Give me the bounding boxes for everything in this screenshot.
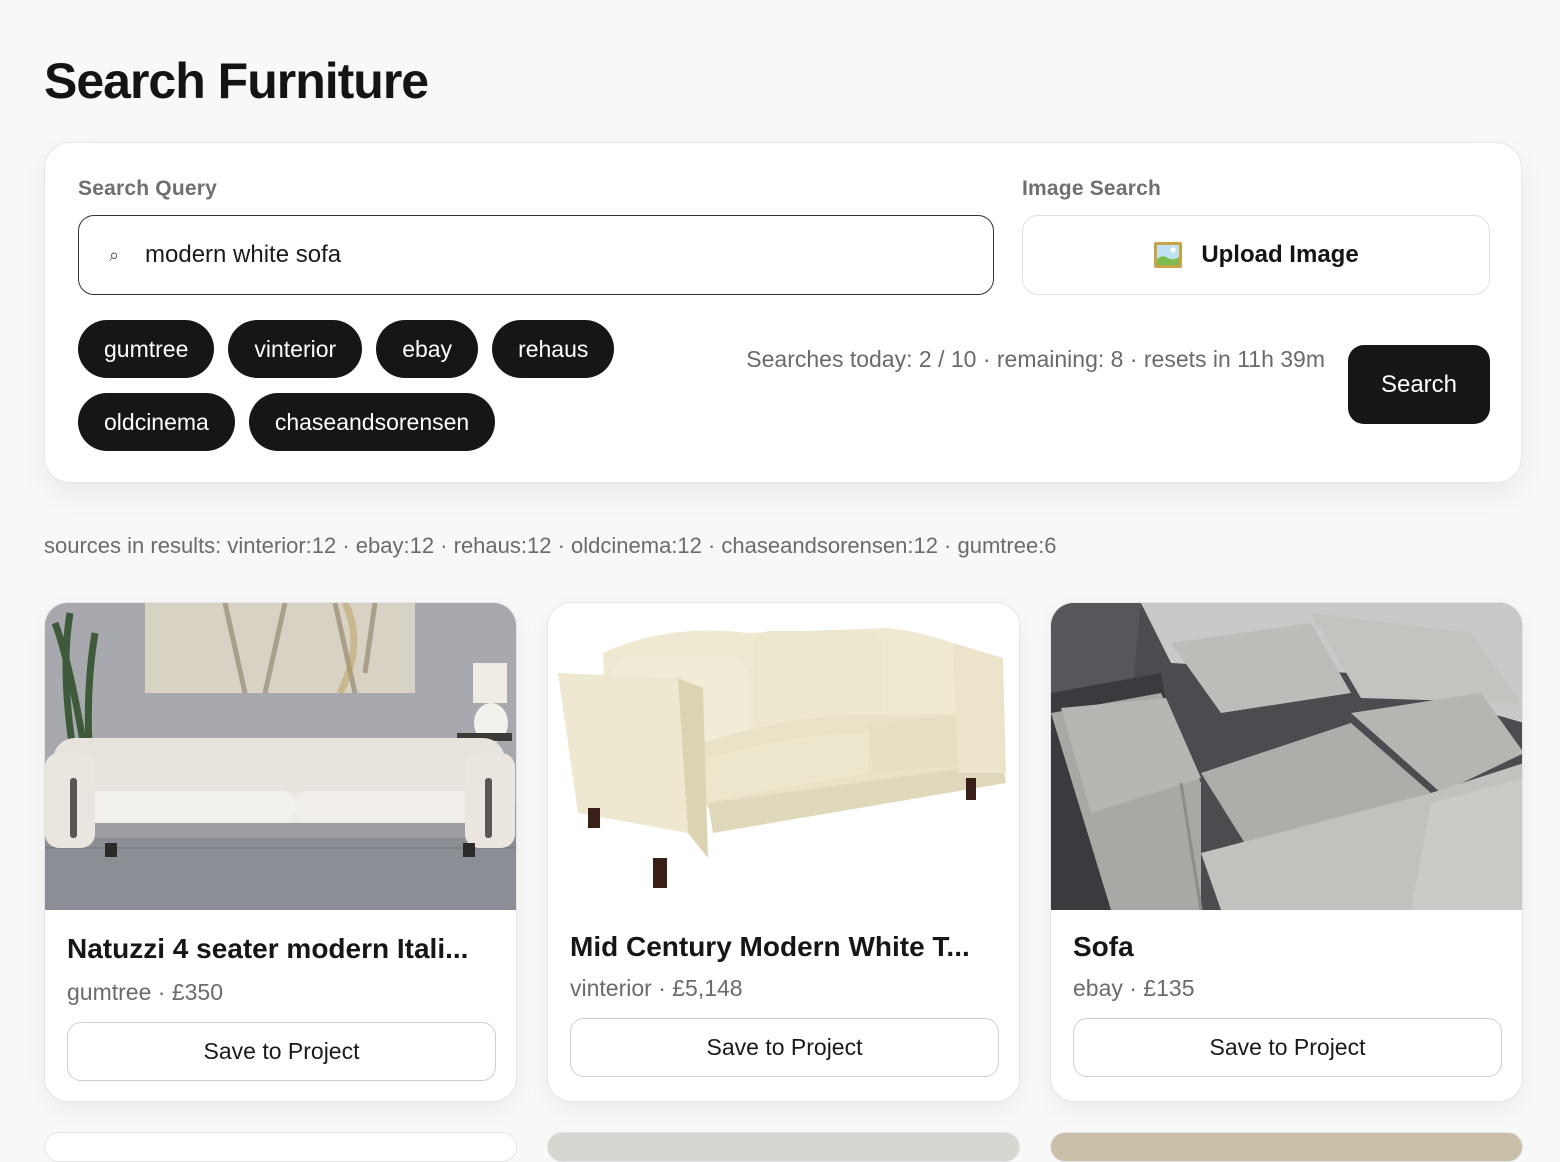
search-button[interactable]: Search <box>1348 345 1490 424</box>
product-image[interactable] <box>45 603 516 910</box>
source-chip-vinterior[interactable]: vinterior <box>228 320 363 378</box>
result-source-price: gumtree · £350 <box>67 979 223 1005</box>
white-chesterfield-sofa-photo <box>45 603 516 910</box>
search-field[interactable]: ⌕ <box>78 215 994 295</box>
result-card[interactable]: Mid Century Modern White T... vinterior … <box>547 602 1020 1102</box>
save-to-project-button[interactable]: Save to Project <box>67 1022 496 1081</box>
result-card-partial[interactable] <box>1050 1132 1523 1162</box>
search-quota-status: Searches today: 2 / 10 · remaining: 8 · … <box>746 346 1325 372</box>
search-panel: Search Query Image Search ⌕ Upload Image… <box>44 142 1522 483</box>
search-icon: ⌕ <box>108 244 120 265</box>
save-to-project-button[interactable]: Save to Project <box>570 1018 999 1077</box>
result-card-partial[interactable] <box>547 1132 1020 1162</box>
results-source-summary: sources in results: vinterior:12 · ebay:… <box>44 533 1057 558</box>
source-chip-oldcinema[interactable]: oldcinema <box>78 393 235 451</box>
result-card-partial[interactable] <box>44 1132 517 1162</box>
result-card[interactable]: Natuzzi 4 seater modern Itali... gumtree… <box>44 602 517 1102</box>
source-chip-chaseandsorensen[interactable]: chaseandsorensen <box>248 393 496 451</box>
source-chip-ebay[interactable]: ebay <box>376 320 479 378</box>
source-chip-gumtree[interactable]: gumtree <box>78 320 215 378</box>
upload-image-label: Upload Image <box>1201 241 1359 268</box>
search-query-label: Search Query <box>78 177 217 200</box>
product-image[interactable] <box>1051 603 1522 910</box>
image-search-label: Image Search <box>1022 177 1161 200</box>
save-to-project-button[interactable]: Save to Project <box>1073 1018 1502 1077</box>
result-title[interactable]: Mid Century Modern White T... <box>570 931 998 963</box>
grey-corner-sofa-photo <box>1051 603 1522 910</box>
cream-boucle-two-seater-photo <box>548 603 1019 910</box>
result-source-price: vinterior · £5,148 <box>570 975 743 1001</box>
result-source-price: ebay · £135 <box>1073 975 1195 1001</box>
page-title: Search Furniture <box>44 53 429 109</box>
search-input[interactable] <box>143 240 967 270</box>
source-chip-rehaus[interactable]: rehaus <box>492 320 615 378</box>
product-image[interactable] <box>548 603 1019 910</box>
result-card[interactable]: Sofa ebay · £135 Save to Project <box>1050 602 1523 1102</box>
result-title[interactable]: Sofa <box>1073 931 1501 963</box>
source-filter-chips: gumtree vinterior ebay rehaus oldcinema … <box>78 320 658 451</box>
framed-picture-icon <box>1154 242 1183 268</box>
result-title[interactable]: Natuzzi 4 seater modern Itali... <box>67 933 495 965</box>
upload-image-button[interactable]: Upload Image <box>1022 215 1490 295</box>
